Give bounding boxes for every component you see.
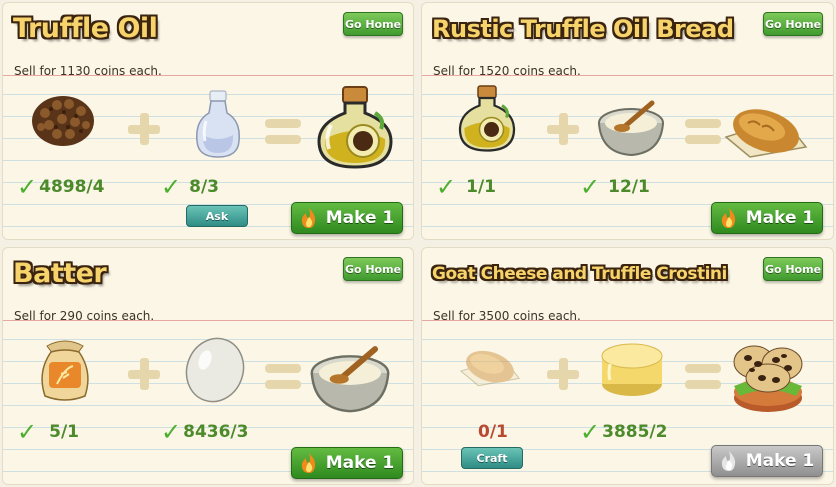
sell-price-text: Sell for 1130 coins each. [14, 64, 162, 78]
ingredient-count: ✓ 1/1 [436, 173, 496, 201]
make-button-disabled[interactable]: Make 1 [711, 445, 823, 477]
batter-bowl-icon [303, 342, 397, 416]
go-home-button[interactable]: Go Home [343, 12, 403, 36]
ask-button[interactable]: Ask [186, 205, 248, 227]
truffle-oil-icon [311, 83, 399, 171]
check-icon: ✓ [161, 173, 182, 201]
recipe-card-goat-cheese-truffle-crostini: Goat Cheese and Truffle Crostini Go Home… [421, 247, 834, 485]
truffle-icon [29, 87, 97, 149]
ingredient-count: ✓ 5/1 [17, 418, 79, 446]
fire-icon [720, 207, 738, 229]
check-icon: ✓ [161, 418, 182, 446]
equals-icon [265, 119, 301, 145]
sell-price-text: Sell for 290 coins each. [14, 309, 155, 323]
ingredient-count: 0/1 [478, 422, 508, 442]
check-icon: ✓ [17, 173, 38, 201]
fire-icon [720, 450, 738, 472]
make-button[interactable]: Make 1 [711, 202, 823, 234]
go-home-button[interactable]: Go Home [763, 257, 823, 281]
check-icon: ✓ [17, 418, 38, 446]
fire-icon [300, 207, 318, 229]
recipe-card-rustic-truffle-oil-bread: Rustic Truffle Oil Bread Go Home Sell fo… [421, 2, 834, 240]
truffle-oil-icon [454, 83, 520, 155]
check-icon: ✓ [436, 173, 457, 201]
plus-icon [547, 358, 579, 390]
plus-icon [128, 358, 160, 390]
recipe-title: Batter [13, 258, 107, 289]
ingredient-count: ✓ 12/1 [580, 173, 650, 201]
check-icon: ✓ [580, 418, 601, 446]
equals-icon [685, 119, 721, 145]
fire-icon [300, 452, 318, 474]
recipe-card-batter: Batter Go Home Sell for 290 coins each. … [2, 247, 414, 485]
sell-price-text: Sell for 1520 coins each. [433, 64, 581, 78]
make-button[interactable]: Make 1 [291, 202, 403, 234]
recipe-title: Truffle Oil [13, 13, 158, 44]
flour-sack-icon [37, 332, 93, 404]
plus-icon [547, 113, 579, 145]
check-icon: ✓ [580, 173, 601, 201]
go-home-button[interactable]: Go Home [763, 12, 823, 36]
plus-icon [128, 113, 160, 145]
ingredient-count: ✓ 4898/4 [17, 173, 105, 201]
goat-cheese-icon [600, 340, 664, 398]
ingredient-count: ✓ 3885/2 [580, 418, 668, 446]
craft-button[interactable]: Craft [461, 447, 523, 469]
go-home-button[interactable]: Go Home [343, 257, 403, 281]
empty-bottle-icon [189, 87, 247, 161]
egg-icon [183, 332, 247, 404]
batter-bowl-icon [596, 97, 666, 159]
equals-icon [265, 364, 301, 390]
bread-icon [722, 97, 810, 163]
recipe-card-truffle-oil: Truffle Oil Go Home Sell for 1130 coins … [2, 2, 414, 240]
crostini-icon [726, 332, 810, 416]
equals-icon [685, 364, 721, 390]
sell-price-text: Sell for 3500 coins each. [433, 309, 581, 323]
ingredient-count: ✓ 8/3 [161, 173, 219, 201]
recipe-title: Goat Cheese and Truffle Crostini [432, 264, 727, 284]
recipe-title: Rustic Truffle Oil Bread [432, 15, 734, 43]
ingredient-count: ✓ 8436/3 [161, 418, 249, 446]
bread-icon [458, 340, 522, 392]
make-button[interactable]: Make 1 [291, 447, 403, 479]
